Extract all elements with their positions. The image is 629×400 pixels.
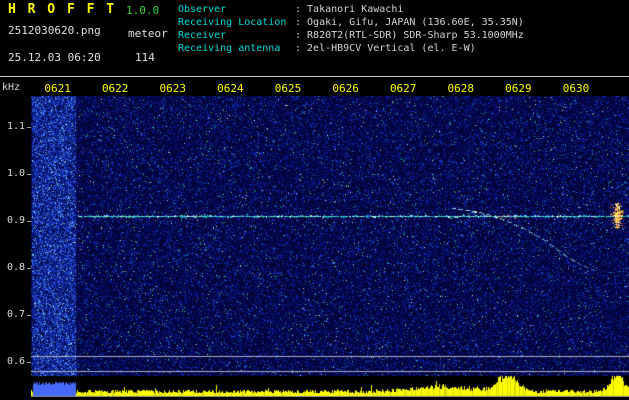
label-value-separator: :: [295, 4, 302, 15]
label-value-separator: :: [295, 30, 302, 41]
hrofft-window: H R O F F T 1.0.0 2512030620.png meteor …: [0, 0, 629, 400]
label-value-separator: :: [295, 43, 302, 54]
station-info-value: 2el-HB9CV Vertical (el. E-W): [307, 43, 476, 54]
app-version: 1.0.0: [126, 4, 160, 17]
record-datetime: 25.12.03 06:20: [8, 51, 101, 64]
frequency-tick-label: 1.0: [6, 168, 25, 179]
frequency-tick-label: 1.1: [6, 121, 25, 132]
frequency-tick-label: 0.6: [6, 356, 25, 367]
time-tick-label: 0630: [562, 82, 590, 95]
frequency-tick-label: 0.9: [6, 215, 25, 226]
station-info: Observer: Takanori Kawachi Receiving Locat…: [178, 3, 524, 55]
time-tick-label: 0621: [44, 82, 71, 95]
echo-count: 114: [135, 51, 155, 64]
header-divider: [0, 76, 629, 77]
station-info-row: Receiving antenna:2el-HB9CV Vertical (el…: [178, 42, 524, 55]
output-filename: 2512030620.png: [8, 24, 101, 37]
time-tick-label: 0628: [447, 82, 475, 95]
mode-label: meteor: [128, 27, 168, 40]
spectrogram-canvas: [31, 96, 629, 397]
station-info-value: Ogaki, Gifu, JAPAN (136.60E, 35.35N): [307, 17, 524, 28]
y-axis-unit-label: kHz: [2, 82, 21, 93]
station-info-row: Receiver: R820T2(RTL-SDR) SDR-Sharp 53.10…: [178, 29, 524, 42]
time-tick-label: 0626: [332, 82, 359, 95]
station-info-label: Receiving Location: [178, 17, 287, 28]
time-tick-label: 0624: [217, 82, 244, 95]
station-info-value: Takanori Kawachi: [307, 4, 404, 15]
station-info-label: Receiver: [178, 30, 227, 41]
time-tick-label: 0627: [389, 82, 417, 95]
time-tick-label: 0622: [101, 82, 129, 95]
station-info-label: Observer: [178, 4, 227, 15]
station-info-label: Receiving antenna: [178, 43, 281, 54]
time-tick-label: 0625: [274, 82, 302, 95]
station-info-row: Observer: Takanori Kawachi: [178, 3, 524, 16]
app-title: H R O F F T: [8, 2, 117, 17]
frequency-tick-label: 0.7: [6, 309, 25, 320]
time-tick-label: 0629: [505, 82, 532, 95]
station-info-value: R820T2(RTL-SDR) SDR-Sharp 53.1000MHz: [307, 30, 524, 41]
time-tick-label: 0623: [159, 82, 187, 95]
station-info-row: Receiving Location: Ogaki, Gifu, JAPAN (1…: [178, 16, 524, 29]
frequency-tick-label: 0.8: [6, 262, 25, 273]
label-value-separator: :: [295, 17, 302, 28]
